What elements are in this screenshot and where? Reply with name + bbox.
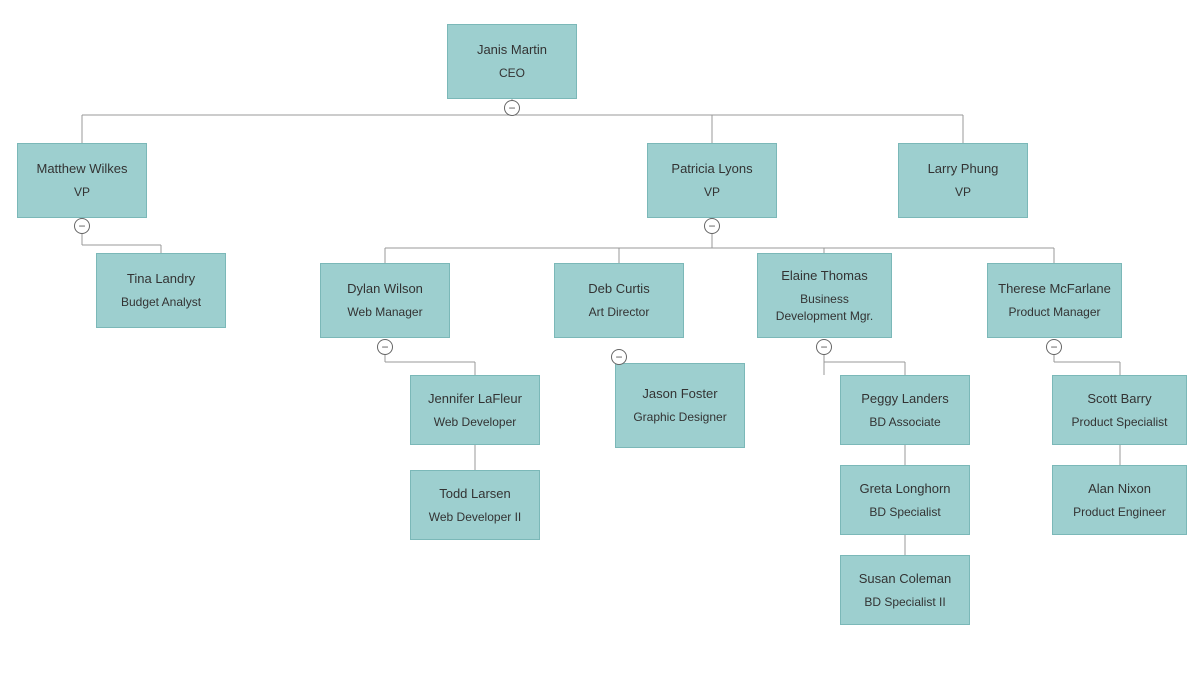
collapse-btn-deb[interactable]: −	[611, 349, 627, 365]
node-larry-name: Larry Phung	[928, 160, 999, 178]
node-patricia[interactable]: Patricia Lyons VP	[647, 143, 777, 218]
node-janis-name: Janis Martin	[477, 41, 547, 59]
node-tina-title: Budget Analyst	[121, 294, 201, 311]
node-peggy[interactable]: Peggy Landers BD Associate	[840, 375, 970, 445]
node-alan-name: Alan Nixon	[1088, 480, 1151, 498]
node-therese-title: Product Manager	[1008, 304, 1100, 321]
node-larry[interactable]: Larry Phung VP	[898, 143, 1028, 218]
node-greta-title: BD Specialist	[869, 504, 940, 521]
collapse-btn-elaine[interactable]: −	[816, 339, 832, 355]
node-susan[interactable]: Susan Coleman BD Specialist II	[840, 555, 970, 625]
collapse-btn-janis[interactable]: −	[504, 100, 520, 116]
node-patricia-title: VP	[704, 184, 720, 201]
node-therese-name: Therese McFarlane	[998, 280, 1111, 298]
collapse-btn-matthew[interactable]: −	[74, 218, 90, 234]
node-scott-title: Product Specialist	[1071, 414, 1167, 431]
node-todd-title: Web Developer II	[429, 509, 522, 526]
node-dylan-title: Web Manager	[347, 304, 422, 321]
node-patricia-name: Patricia Lyons	[671, 160, 752, 178]
node-peggy-name: Peggy Landers	[861, 390, 948, 408]
node-matthew-name: Matthew Wilkes	[36, 160, 127, 178]
node-deb-title: Art Director	[589, 304, 650, 321]
node-matthew[interactable]: Matthew Wilkes VP	[17, 143, 147, 218]
node-jennifer[interactable]: Jennifer LaFleur Web Developer	[410, 375, 540, 445]
node-todd[interactable]: Todd Larsen Web Developer II	[410, 470, 540, 540]
node-jason-name: Jason Foster	[642, 385, 717, 403]
node-greta[interactable]: Greta Longhorn BD Specialist	[840, 465, 970, 535]
node-deb[interactable]: Deb Curtis Art Director	[554, 263, 684, 338]
node-dylan-name: Dylan Wilson	[347, 280, 423, 298]
node-jennifer-name: Jennifer LaFleur	[428, 390, 522, 408]
node-todd-name: Todd Larsen	[439, 485, 511, 503]
node-tina[interactable]: Tina Landry Budget Analyst	[96, 253, 226, 328]
node-janis[interactable]: Janis Martin CEO	[447, 24, 577, 99]
node-matthew-title: VP	[74, 184, 90, 201]
node-elaine-name: Elaine Thomas	[781, 267, 867, 285]
node-deb-name: Deb Curtis	[588, 280, 649, 298]
node-janis-title: CEO	[499, 65, 525, 82]
node-dylan[interactable]: Dylan Wilson Web Manager	[320, 263, 450, 338]
node-elaine-title: Business Development Mgr.	[776, 291, 873, 325]
node-jennifer-title: Web Developer	[434, 414, 517, 431]
node-alan-title: Product Engineer	[1073, 504, 1166, 521]
collapse-btn-patricia[interactable]: −	[704, 218, 720, 234]
node-larry-title: VP	[955, 184, 971, 201]
node-greta-name: Greta Longhorn	[859, 480, 950, 498]
node-jason-title: Graphic Designer	[633, 409, 726, 426]
node-alan[interactable]: Alan Nixon Product Engineer	[1052, 465, 1187, 535]
node-susan-title: BD Specialist II	[864, 594, 945, 611]
connector-lines	[0, 0, 1204, 700]
node-tina-name: Tina Landry	[127, 270, 195, 288]
node-peggy-title: BD Associate	[869, 414, 940, 431]
node-elaine[interactable]: Elaine Thomas Business Development Mgr.	[757, 253, 892, 338]
node-susan-name: Susan Coleman	[859, 570, 952, 588]
collapse-btn-therese[interactable]: −	[1046, 339, 1062, 355]
node-jason[interactable]: Jason Foster Graphic Designer	[615, 363, 745, 448]
node-scott[interactable]: Scott Barry Product Specialist	[1052, 375, 1187, 445]
node-scott-name: Scott Barry	[1087, 390, 1151, 408]
collapse-btn-dylan[interactable]: −	[377, 339, 393, 355]
node-therese[interactable]: Therese McFarlane Product Manager	[987, 263, 1122, 338]
org-chart: Janis Martin CEO Matthew Wilkes VP Patri…	[0, 0, 1204, 700]
